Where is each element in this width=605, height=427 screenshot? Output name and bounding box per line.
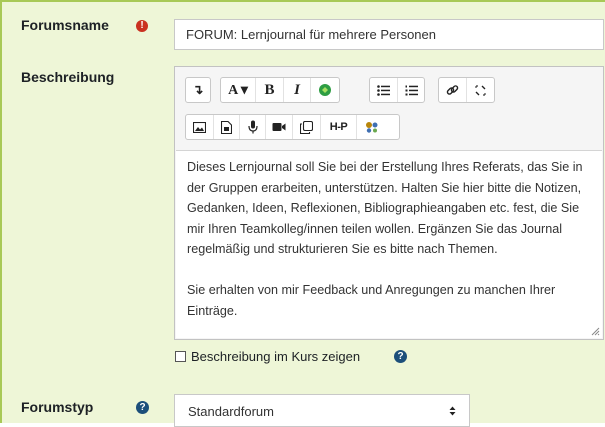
italic-button[interactable]: I [283,78,310,102]
help-icon[interactable]: ? [136,401,149,414]
media-file-icon[interactable] [213,115,239,139]
help-icon[interactable]: ? [394,350,407,363]
select-arrows-icon [449,406,456,416]
collapse-toolbar-button[interactable]: ↴ [186,78,210,102]
toolbar-group-collapse: ↴ [185,77,211,103]
ordered-list-icon[interactable] [397,78,424,102]
forumtype-selected-value: Standardforum [188,404,274,419]
show-description-checkbox[interactable] [175,351,186,362]
unordered-list-icon[interactable] [370,78,397,102]
form-section: Forumsname ! FORUM: Lernjournal für mehr… [0,0,605,427]
toolbar-group-media: H-P [185,114,400,140]
toolbar-group-links [438,77,495,103]
required-icon: ! [136,20,148,32]
font-style-button[interactable]: A ▾ [221,78,255,102]
forumname-label: Forumsname [21,17,109,33]
resize-handle-icon[interactable] [589,325,600,336]
link-icon[interactable] [439,78,466,102]
image-icon[interactable] [186,115,213,139]
description-label: Beschreibung [21,69,115,85]
h5p-button[interactable]: H-P [320,115,356,139]
video-camera-icon[interactable] [265,115,292,139]
microphone-icon[interactable] [239,115,265,139]
unlink-icon[interactable] [466,78,494,102]
forumtype-select[interactable]: Standardforum [174,394,470,427]
description-paragraph-1: Dieses Lernjournal soll Sie bei der Erst… [187,160,583,256]
copy-icon[interactable] [292,115,320,139]
description-paragraph-2: Sie erhalten von mir Feedback und Anregu… [187,283,556,318]
description-textarea[interactable]: Dieses Lernjournal soll Sie bei der Erst… [176,150,602,338]
description-editor: ↴ A ▾ B I H-P Dieses Lernjournal soll Si… [174,66,604,340]
forumname-input[interactable]: FORUM: Lernjournal für mehrere Personen [174,19,604,50]
toolbar-group-format: A ▾ B I [220,77,340,103]
bold-button[interactable]: B [255,78,283,102]
toolbar-group-lists [369,77,425,103]
plugin-dots-icon[interactable] [356,115,386,139]
forumname-value: FORUM: Lernjournal für mehrere Personen [186,27,436,42]
show-description-label: Beschreibung im Kurs zeigen [191,349,361,364]
accessibility-checker-icon[interactable] [310,78,338,102]
forumtype-label: Forumstyp [21,399,94,415]
